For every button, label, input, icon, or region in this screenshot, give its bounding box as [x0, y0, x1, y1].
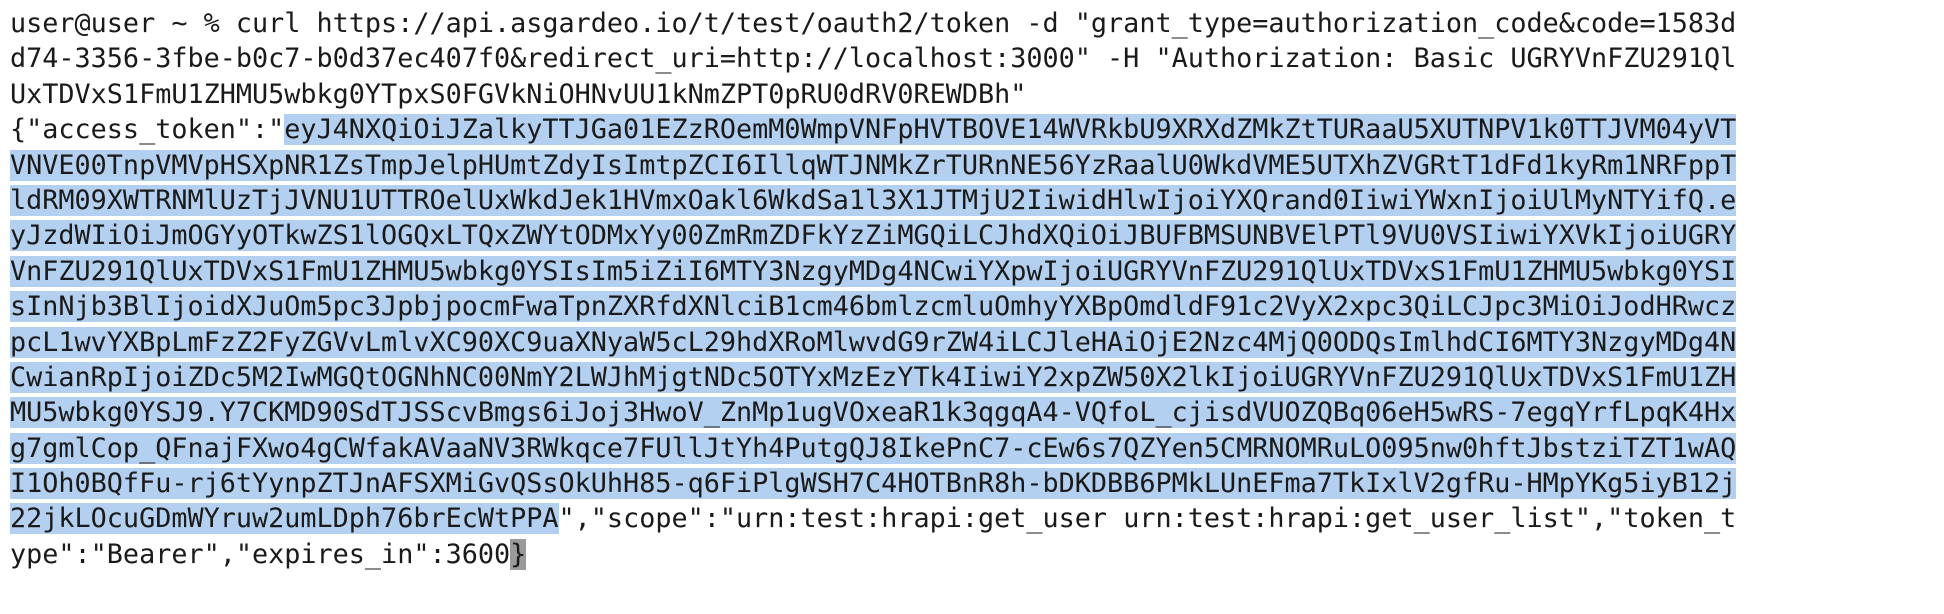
selected-text: pcL1wvYXBpLmFzZ2FyZGVvLmlvXC90XC9uaXNyaW… — [10, 326, 1737, 358]
terminal-line: d74-3356-3fbe-b0c7-b0d37ec407f0&redirect… — [10, 41, 1940, 76]
terminal-text: ype":"Bearer","expires_in":3600 — [10, 538, 511, 570]
selected-text: sInNjb3BlIjoidXJuOm5pc3JpbjpocmFwaTpnZXR… — [10, 291, 1737, 323]
terminal-line: user@user ~ % curl https://api.asgardeo.… — [10, 6, 1940, 41]
terminal-line: UxTDVxS1FmU1ZHMU5wbkg0YTpxS0FGVkNiOHNvUU… — [10, 77, 1940, 112]
terminal-text: d74-3356-3fbe-b0c7-b0d37ec407f0&redirect… — [10, 43, 1737, 75]
terminal-line: sInNjb3BlIjoidXJuOm5pc3JpbjpocmFwaTpnZXR… — [10, 289, 1940, 324]
terminal-line: pcL1wvYXBpLmFzZ2FyZGVvLmlvXC90XC9uaXNyaW… — [10, 325, 1940, 360]
terminal-line: ype":"Bearer","expires_in":3600} — [10, 537, 1940, 572]
terminal-text: user@user ~ % curl https://api.asgardeo.… — [10, 8, 1737, 39]
terminal-line: ldRM09XWTRNMlUzTjJVNU1UTTROelUxWkdJek1HV… — [10, 183, 1940, 218]
selected-text: g7gmlCop_QFnajFXwo4gCWfakAVaaNV3RWkqce7F… — [10, 432, 1737, 464]
terminal-line: I1Oh0BQfFu-rj6tYynpZTJnAFSXMiGvQSsOkUhH8… — [10, 466, 1940, 501]
terminal-line: {"access_token":"eyJ4NXQiOiJZalkyTTJGa01… — [10, 112, 1940, 147]
terminal-output[interactable]: user@user ~ % curl https://api.asgardeo.… — [10, 6, 1940, 572]
selected-text: I1Oh0BQfFu-rj6tYynpZTJnAFSXMiGvQSsOkUhH8… — [10, 468, 1737, 500]
terminal-line: MU5wbkg0YSJ9.Y7CKMD90SdTJSScvBmgs6iJoj3H… — [10, 395, 1940, 430]
selected-text: yJzdWIiOiJmOGYyOTkwZS1lOGQxLTQxZWYtODMxY… — [10, 220, 1737, 252]
selected-text: MU5wbkg0YSJ9.Y7CKMD90SdTJSScvBmgs6iJoj3H… — [10, 397, 1737, 429]
terminal-line: CwianRpIjoiZDc5M2IwMGQtOGNhNC00NmY2LWJhM… — [10, 360, 1940, 395]
terminal-line: 22jkLOcuGDmWYruw2umLDph76brEcWtPPA","sco… — [10, 501, 1940, 536]
selected-text: ldRM09XWTRNMlUzTjJVNU1UTTROelUxWkdJek1HV… — [10, 184, 1737, 216]
selected-text: VNVE00TnpVMVpHSXpNR1ZsTmpJelpHUmtZdyIsIm… — [10, 149, 1737, 181]
terminal-line: VNVE00TnpVMVpHSXpNR1ZsTmpJelpHUmtZdyIsIm… — [10, 148, 1940, 183]
selected-text: eyJ4NXQiOiJZalkyTTJGa01EZzROemM0WmpVNFpH… — [284, 114, 1737, 146]
terminal-text: UxTDVxS1FmU1ZHMU5wbkg0YTpxS0FGVkNiOHNvUU… — [10, 78, 1027, 110]
selected-text: VnFZU291QlUxTDVxS1FmU1ZHMU5wbkg0YSIsIm5i… — [10, 255, 1737, 287]
selected-text: 22jkLOcuGDmWYruw2umLDph76brEcWtPPA — [10, 503, 559, 535]
terminal-line: VnFZU291QlUxTDVxS1FmU1ZHMU5wbkg0YSIsIm5i… — [10, 254, 1940, 289]
terminal-line: g7gmlCop_QFnajFXwo4gCWfakAVaaNV3RWkqce7F… — [10, 431, 1940, 466]
selected-text: CwianRpIjoiZDc5M2IwMGQtOGNhNC00NmY2LWJhM… — [10, 361, 1737, 393]
terminal-line: yJzdWIiOiJmOGYyOTkwZS1lOGQxLTQxZWYtODMxY… — [10, 218, 1940, 253]
terminal-text: ","scope":"urn:test:hrapi:get_user urn:t… — [558, 503, 1737, 535]
terminal-text: {"access_token":" — [10, 114, 285, 146]
terminal-cursor: } — [510, 538, 527, 570]
